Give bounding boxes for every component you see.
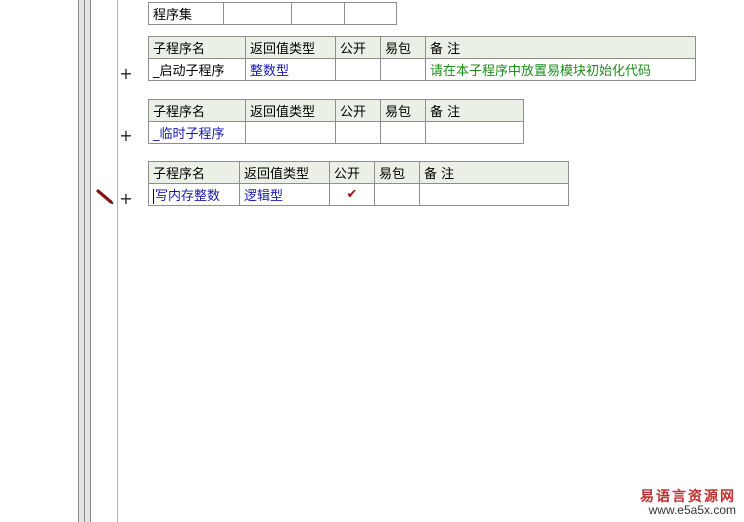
- header-sub-name: 子程序名: [148, 36, 246, 59]
- return-type-cell[interactable]: 整数型: [245, 58, 336, 81]
- table-row: _临时子程序: [148, 121, 524, 144]
- subroutine-table-temp: 子程序名 返回值类型 公开 易包 备 注 _临时子程序: [148, 99, 524, 144]
- program-set-cell[interactable]: [291, 2, 345, 25]
- watermark-url: www.e5a5x.com: [648, 503, 736, 517]
- header-sub-name: 子程序名: [148, 161, 240, 184]
- table-row: _启动子程序 整数型 请在本子程序中放置易模块初始化代码: [148, 58, 696, 81]
- header-pkg: 易包: [380, 99, 426, 122]
- edit-pencil-icon: [96, 189, 114, 205]
- header-public: 公开: [335, 36, 381, 59]
- public-cell[interactable]: [335, 58, 381, 81]
- header-return-type: 返回值类型: [239, 161, 330, 184]
- program-set-cell[interactable]: [223, 2, 292, 25]
- table-header-row: 子程序名 返回值类型 公开 易包 备 注: [148, 36, 696, 59]
- program-set-cell[interactable]: [344, 2, 397, 25]
- remark-cell[interactable]: [419, 183, 569, 206]
- return-type-cell[interactable]: 逻辑型: [239, 183, 330, 206]
- expand-icon[interactable]: +: [119, 128, 133, 144]
- return-type-cell[interactable]: [245, 121, 336, 144]
- pkg-cell[interactable]: [380, 121, 426, 144]
- header-remark: 备 注: [425, 99, 524, 122]
- header-public: 公开: [329, 161, 375, 184]
- header-public: 公开: [335, 99, 381, 122]
- sub-name-cell[interactable]: _启动子程序: [148, 58, 246, 81]
- gutter-line-1: [78, 0, 79, 522]
- expand-icon[interactable]: +: [119, 191, 133, 207]
- text-cursor: [153, 189, 154, 204]
- expand-icon[interactable]: +: [119, 66, 133, 82]
- header-remark: 备 注: [425, 36, 696, 59]
- header-pkg: 易包: [380, 36, 426, 59]
- subroutine-table-write-mem: 子程序名 返回值类型 公开 易包 备 注 写内存整数 逻辑型 ✔: [148, 161, 569, 206]
- sub-name-text: 写内存整数: [155, 189, 221, 204]
- sub-name-cell[interactable]: _临时子程序: [148, 121, 246, 144]
- remark-cell[interactable]: 请在本子程序中放置易模块初始化代码: [425, 58, 696, 81]
- public-checkmark-cell[interactable]: ✔: [329, 183, 375, 206]
- header-sub-name: 子程序名: [148, 99, 246, 122]
- pkg-cell[interactable]: [374, 183, 420, 206]
- header-return-type: 返回值类型: [245, 99, 336, 122]
- sub-name-cell[interactable]: 写内存整数: [148, 183, 240, 206]
- program-set-table: 程序集: [148, 2, 397, 25]
- header-pkg: 易包: [374, 161, 420, 184]
- table-header-row: 子程序名 返回值类型 公开 易包 备 注: [148, 161, 569, 184]
- program-set-label[interactable]: 程序集: [148, 2, 224, 25]
- public-cell[interactable]: [335, 121, 381, 144]
- pkg-cell[interactable]: [380, 58, 426, 81]
- header-return-type: 返回值类型: [245, 36, 336, 59]
- gutter-line-2: [84, 0, 85, 522]
- subroutine-table-startup: 子程序名 返回值类型 公开 易包 备 注 _启动子程序 整数型 请在本子程序中放…: [148, 36, 696, 81]
- remark-cell[interactable]: [425, 121, 524, 144]
- gutter-line-4: [117, 0, 118, 522]
- header-remark: 备 注: [419, 161, 569, 184]
- table-header-row: 子程序名 返回值类型 公开 易包 备 注: [148, 99, 524, 122]
- table-row: 写内存整数 逻辑型 ✔: [148, 183, 569, 206]
- gutter-line-3: [90, 0, 91, 522]
